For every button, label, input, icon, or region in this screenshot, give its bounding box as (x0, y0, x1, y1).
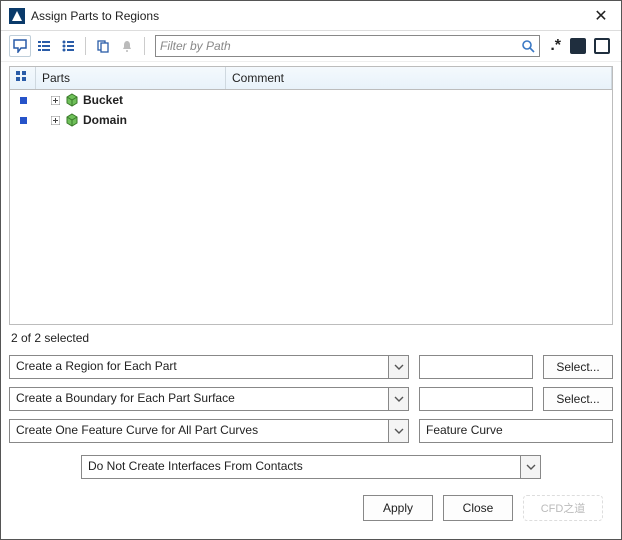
close-icon[interactable]: ✕ (589, 6, 613, 26)
boundary-mode-combo[interactable]: Create a Boundary for Each Part Surface (9, 387, 409, 411)
table-body: Bucket Domain (10, 90, 612, 324)
region-row: Create a Region for Each Part Select... (9, 355, 613, 379)
watermark: CFD之道 (523, 495, 603, 521)
region-value-input[interactable] (419, 355, 533, 379)
curve-mode-combo[interactable]: Create One Feature Curve for All Part Cu… (9, 419, 409, 443)
toolbar-separator (85, 37, 86, 55)
table-row[interactable]: Domain (10, 110, 612, 130)
chevron-down-icon[interactable] (520, 456, 540, 478)
expand-icon[interactable] (50, 95, 61, 106)
boundary-row: Create a Boundary for Each Part Surface … (9, 387, 613, 411)
content-area: Parts Comment Bucket (1, 62, 621, 539)
toolbar-separator (144, 37, 145, 55)
empty-square-icon[interactable] (591, 35, 613, 57)
interfaces-row: Do Not Create Interfaces From Contacts (9, 455, 613, 479)
chevron-down-icon[interactable] (388, 356, 408, 378)
toolbar: Filter by Path .* (1, 31, 621, 62)
chevron-down-icon[interactable] (388, 420, 408, 442)
region-mode-combo[interactable]: Create a Region for Each Part (9, 355, 409, 379)
title-bar: Assign Parts to Regions ✕ (1, 1, 621, 31)
wildcard-icon[interactable]: .* (546, 37, 565, 55)
callout-icon[interactable] (9, 35, 31, 57)
row-marker (10, 97, 36, 104)
curve-value-input[interactable]: Feature Curve (419, 419, 613, 443)
bell-icon[interactable] (116, 35, 138, 57)
app-icon (9, 8, 25, 24)
dialog-title: Assign Parts to Regions (31, 9, 589, 23)
column-parts[interactable]: Parts (36, 67, 226, 89)
boundary-mode-value: Create a Boundary for Each Part Surface (10, 388, 388, 410)
curve-row: Create One Feature Curve for All Part Cu… (9, 419, 613, 443)
table-header: Parts Comment (10, 67, 612, 90)
selection-status: 2 of 2 selected (9, 325, 613, 355)
list-collapse-icon[interactable] (33, 35, 55, 57)
part-name: Domain (83, 113, 127, 127)
copy-icon[interactable] (92, 35, 114, 57)
boundary-value-input[interactable] (419, 387, 533, 411)
curve-mode-value: Create One Feature Curve for All Part Cu… (10, 420, 388, 442)
apply-button[interactable]: Apply (363, 495, 433, 521)
boundary-select-button[interactable]: Select... (543, 387, 613, 411)
footer: Apply Close CFD之道 (9, 489, 613, 531)
filled-square-icon[interactable] (567, 35, 589, 57)
list-bullets-icon[interactable] (57, 35, 79, 57)
interfaces-mode-value: Do Not Create Interfaces From Contacts (82, 456, 520, 478)
part-icon (65, 93, 79, 107)
expand-icon[interactable] (50, 115, 61, 126)
row-marker (10, 117, 36, 124)
parts-table: Parts Comment Bucket (9, 66, 613, 325)
region-select-button[interactable]: Select... (543, 355, 613, 379)
close-button[interactable]: Close (443, 495, 513, 521)
chevron-down-icon[interactable] (388, 388, 408, 410)
region-mode-value: Create a Region for Each Part (10, 356, 388, 378)
filter-input[interactable]: Filter by Path (155, 35, 540, 57)
filter-placeholder: Filter by Path (160, 39, 521, 53)
search-icon[interactable] (521, 39, 535, 53)
part-name: Bucket (83, 93, 123, 107)
interfaces-mode-combo[interactable]: Do Not Create Interfaces From Contacts (81, 455, 541, 479)
column-comment[interactable]: Comment (226, 67, 612, 89)
table-row[interactable]: Bucket (10, 90, 612, 110)
dialog-window: Assign Parts to Regions ✕ Filter by Path… (0, 0, 622, 540)
part-icon (65, 113, 79, 127)
column-marker[interactable] (10, 67, 36, 89)
